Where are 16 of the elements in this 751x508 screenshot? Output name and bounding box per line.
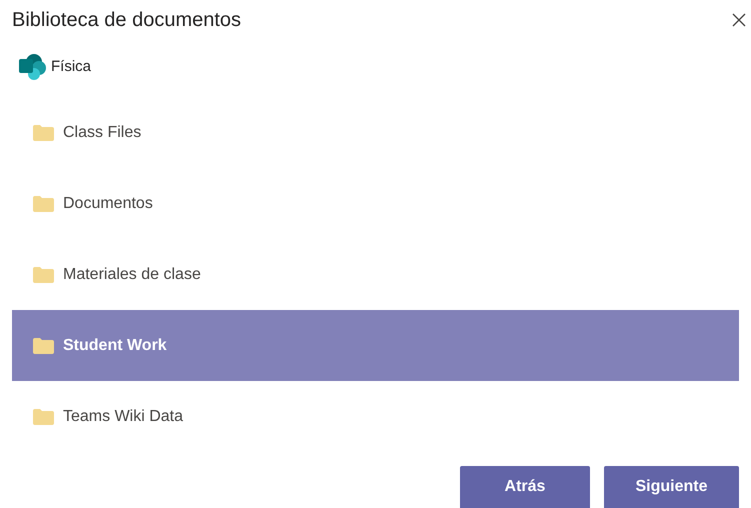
folder-icon [33, 124, 54, 140]
folder-icon [33, 196, 54, 212]
close-icon [732, 13, 746, 28]
folder-item[interactable]: Teams Wiki Data [12, 381, 739, 452]
nav-button[interactable]: Atrás [460, 466, 590, 508]
dialog-title: Biblioteca de documentos [12, 8, 242, 34]
site-name: Física [51, 56, 92, 77]
folder-item[interactable]: Student Work [12, 310, 739, 381]
folder-icon [33, 338, 54, 354]
folder-item[interactable]: Documentos [12, 168, 739, 239]
folder-item[interactable]: Materiales de clase [12, 239, 739, 310]
site-icon [18, 52, 48, 81]
folder-icon [33, 408, 54, 424]
folder-icon [33, 266, 54, 282]
folder-item[interactable]: Class Files [12, 97, 739, 168]
nav-button[interactable]: Siguiente [604, 466, 739, 508]
